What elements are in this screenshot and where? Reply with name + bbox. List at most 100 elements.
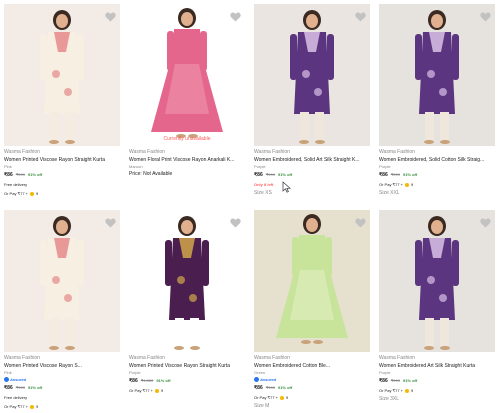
product-photo: [4, 4, 120, 146]
price-row: ₹86 ₹999 91% off: [379, 376, 496, 386]
product-title[interactable]: Women Printed Viscose Rayon Straight Kur…: [129, 362, 246, 370]
selling-price: ₹86: [254, 172, 263, 178]
assured-label: Assured: [260, 377, 277, 382]
product-image[interactable]: [254, 210, 370, 352]
product-photo: [254, 210, 370, 352]
discount-label: 91% off: [277, 385, 293, 390]
supercoin-offer: Or Pay ₹77 + 9: [254, 393, 371, 402]
supercoin-icon: [155, 388, 159, 393]
product-title[interactable]: Women Embroidered, Solid Art Silk Straig…: [254, 156, 371, 164]
supercoin-icon: [30, 191, 34, 196]
brand-name: Wasma Fashion: [4, 149, 40, 155]
selling-price: ₹86: [379, 172, 388, 178]
heart-icon[interactable]: [354, 10, 367, 23]
brand-name: Wasma Fashion: [254, 355, 290, 361]
mrp-price: ₹999: [265, 385, 275, 390]
product-image[interactable]: [254, 4, 370, 146]
coin-count: 9: [411, 182, 414, 187]
heart-icon[interactable]: [229, 10, 242, 23]
product-photo: [379, 210, 495, 352]
product-card[interactable]: Wasma Fashion Women Embroidered, Solid Co…: [375, 0, 500, 206]
product-image[interactable]: [379, 210, 495, 352]
brand-name: Wasma Fashion: [129, 149, 165, 155]
assured-badge-icon: [4, 377, 9, 382]
product-photo: [254, 4, 370, 146]
price-row: ₹86 ₹1,022 91% off: [129, 376, 246, 386]
product-image[interactable]: [379, 4, 495, 146]
stock-warning: Only 8 left: [254, 182, 274, 187]
product-image[interactable]: [129, 210, 245, 352]
heart-icon[interactable]: [104, 216, 117, 229]
assured-badge-icon: [254, 377, 259, 382]
brand-name: Wasma Fashion: [129, 355, 165, 361]
supercoin-icon: [405, 182, 409, 187]
product-card[interactable]: Wasma Fashion Women Printed Viscose Rayon…: [0, 206, 125, 413]
heart-icon[interactable]: [479, 216, 492, 229]
product-title[interactable]: Women Printed Viscose Rayon S...: [4, 362, 121, 370]
supercoin-offer: Or Pay ₹77 + 9: [379, 386, 496, 395]
mrp-price: ₹999: [15, 385, 25, 390]
discount-label: 91% off: [402, 378, 418, 383]
price-row: ₹86 ₹999 91% off: [4, 383, 121, 393]
pay-label: Or Pay ₹77 +: [4, 404, 28, 409]
assured-label: Assured: [10, 377, 27, 382]
selling-price: ₹86: [129, 378, 138, 384]
heart-icon[interactable]: [104, 10, 117, 23]
heart-icon[interactable]: [354, 216, 367, 229]
discount-label: 91% off: [156, 378, 171, 383]
product-card[interactable]: Wasma Fashion Women Printed Viscose Rayon…: [0, 0, 125, 206]
size-label: Size XXL: [379, 190, 400, 196]
supercoin-offer: Or Pay ₹77 + 9: [4, 402, 121, 411]
supercoin-offer: Or Pay ₹77 + 9: [129, 386, 246, 395]
brand-name: Wasma Fashion: [4, 355, 40, 361]
product-card[interactable]: Wasma Fashion Women Embroidered, Solid Ar…: [250, 0, 375, 206]
product-image[interactable]: [4, 210, 120, 352]
discount-label: 91% off: [402, 172, 418, 177]
pay-label: Or Pay ₹77 +: [379, 182, 403, 187]
product-title[interactable]: Women Embroidered, Solid Cotton Silk Str…: [379, 156, 496, 164]
pay-label: Or Pay ₹77 +: [254, 395, 278, 400]
product-photo: [379, 4, 495, 146]
supercoin-icon: [280, 395, 284, 400]
product-title[interactable]: Women Printed Viscose Rayon Straight Kur…: [4, 156, 121, 164]
assured-badge: Assured: [254, 376, 371, 383]
product-image[interactable]: [4, 4, 120, 146]
product-title[interactable]: Women Embroidered Art Silk Straight Kurt…: [379, 362, 496, 370]
assured-badge: Assured: [4, 376, 121, 383]
pay-label: Or Pay ₹77 +: [379, 388, 403, 393]
selling-price: ₹86: [254, 385, 263, 391]
mrp-price: ₹999: [390, 378, 400, 383]
brand-name: Wasma Fashion: [379, 355, 415, 361]
mrp-price: ₹1,022: [140, 378, 154, 383]
discount-label: 91% off: [277, 172, 293, 177]
brand-name: Wasma Fashion: [254, 149, 290, 155]
brand-name: Wasma Fashion: [379, 149, 415, 155]
discount-label: 91% off: [27, 385, 43, 390]
product-grid: Wasma Fashion Women Printed Viscose Rayon…: [0, 0, 500, 413]
size-label: Size XS: [254, 190, 272, 196]
coin-count: 9: [286, 395, 289, 400]
product-card[interactable]: Wasma Fashion Women Printed Viscose Rayon…: [125, 206, 250, 413]
mrp-price: ₹999: [390, 172, 400, 177]
product-image[interactable]: Currently unavailable: [129, 4, 245, 146]
unavailable-label: Currently unavailable: [163, 136, 211, 142]
coin-count: 9: [161, 388, 164, 393]
heart-icon[interactable]: [479, 10, 492, 23]
product-title[interactable]: Women Floral Print Viscose Rayon Anarkal…: [129, 156, 246, 164]
supercoin-icon: [405, 388, 409, 393]
pay-label: Or Pay ₹77 +: [4, 191, 28, 196]
delivery-label: Free delivery: [4, 182, 28, 187]
supercoin-offer: Or Pay ₹77 + 9: [4, 189, 121, 198]
price-row: ₹86 ₹999 91% off: [379, 170, 496, 180]
product-card[interactable]: Currently unavailable Wasma Fashion Women …: [125, 0, 250, 206]
selling-price: ₹86: [379, 378, 388, 384]
product-title[interactable]: Women Embroidered Cotton Ble...: [254, 362, 371, 370]
heart-icon[interactable]: [229, 216, 242, 229]
product-card[interactable]: Wasma Fashion Women Embroidered Cotton Bl…: [250, 206, 375, 413]
product-photo: [129, 4, 245, 146]
size-label: Size 3XL: [379, 396, 400, 402]
product-card[interactable]: Wasma Fashion Women Embroidered Art Silk …: [375, 206, 500, 413]
product-photo: [129, 210, 245, 352]
selling-price: ₹86: [4, 172, 13, 178]
coin-count: 9: [36, 404, 39, 409]
